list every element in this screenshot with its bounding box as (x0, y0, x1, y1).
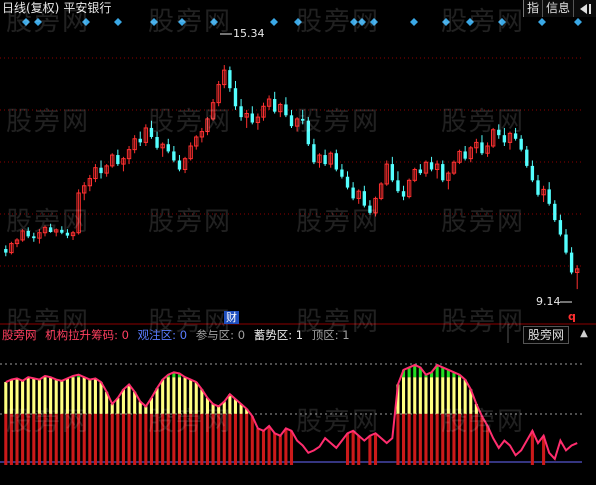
candle-body (340, 169, 344, 177)
candle-body (289, 115, 294, 127)
candle-body (233, 88, 238, 107)
info-button[interactable]: 信息 (541, 0, 573, 17)
candle-body (99, 167, 103, 174)
top-right-toolbar: 指 信息 (522, 0, 596, 17)
candle-body (530, 165, 535, 181)
event-diamond (114, 18, 122, 26)
candle-body (26, 230, 30, 237)
candle-body (547, 189, 551, 204)
candle-body (480, 142, 484, 154)
candle-body (60, 229, 64, 233)
candle-body (312, 144, 316, 163)
panel-tab[interactable]: 股旁网 (522, 326, 569, 344)
candle-body (116, 155, 120, 165)
event-diamond (82, 18, 90, 26)
candle-body (396, 180, 400, 192)
stock-chart-canvas[interactable] (0, 0, 596, 485)
event-diamond (22, 18, 30, 26)
candle-body (172, 151, 176, 161)
candle-body (345, 176, 350, 188)
event-diamond (210, 18, 218, 26)
candle-body (273, 99, 277, 112)
candle-body (177, 160, 182, 170)
high-price-label: 15.34 (233, 27, 265, 40)
event-diamond-row (22, 18, 582, 26)
event-diamond (178, 18, 186, 26)
event-diamond (358, 18, 366, 26)
candle-body (228, 70, 232, 89)
event-diamond (370, 18, 378, 26)
indicator-name[interactable]: 股旁网 (2, 328, 37, 342)
candle-body (513, 133, 518, 139)
candle-body (138, 138, 142, 143)
candle-body (519, 138, 523, 150)
candle-body (351, 187, 355, 199)
event-diamond (466, 18, 474, 26)
candle-body (301, 118, 305, 121)
candle-body (149, 127, 154, 137)
candle-body (306, 120, 310, 145)
candle-body (441, 164, 445, 181)
panel-arrow-icon[interactable]: ▲ (572, 326, 596, 344)
candle-body (463, 151, 467, 159)
candle-body (502, 135, 507, 143)
candle-body (323, 155, 327, 165)
event-diamond (150, 18, 158, 26)
candle-body (368, 205, 372, 213)
event-diamond (270, 18, 278, 26)
candle-body (239, 106, 243, 118)
indicator-item: 机构拉升筹码: 0 (45, 328, 130, 342)
candle-body (284, 104, 288, 116)
indicator-item: 顶区: 1 (311, 328, 350, 342)
chart-mode-label[interactable]: 日线(复权) (2, 1, 59, 15)
indicator-legend: 股旁网 机构拉升筹码: 0 观注区: 0 参与区: 0 蓄势区: 1 顶区: 1 (2, 328, 355, 342)
candle-body (166, 144, 170, 152)
stock-name-label[interactable]: 平安银行 (63, 1, 111, 15)
candle-body (429, 162, 434, 170)
candle-body (48, 227, 53, 233)
candle-body (362, 191, 367, 206)
chart-title: 日线(复权) 平安银行 (2, 1, 111, 15)
candle-body (497, 129, 501, 136)
event-diamond (34, 18, 42, 26)
candle-body (155, 136, 159, 148)
event-diamond (442, 18, 450, 26)
event-diamond (294, 18, 302, 26)
event-diamond (410, 18, 418, 26)
event-diamond (350, 18, 358, 26)
indicator-item: 参与区: 0 (195, 328, 246, 342)
candle-body (250, 113, 254, 123)
candle-body (569, 252, 574, 273)
indicator-histogram (4, 363, 578, 465)
indicator-item: 蓄势区: 1 (253, 328, 304, 342)
event-diamond (538, 18, 546, 26)
panel-toggle-icon[interactable] (573, 0, 596, 17)
event-diamond (574, 18, 582, 26)
q-marker[interactable]: q (568, 310, 576, 323)
index-button[interactable]: 指 (522, 0, 542, 17)
candle-body (418, 169, 423, 174)
finance-marker[interactable]: 财 (224, 311, 239, 324)
candlestick-series (4, 65, 580, 290)
candle-body (536, 180, 540, 195)
event-diamond (498, 18, 506, 26)
candle-body (553, 203, 557, 221)
price-annotations (220, 33, 572, 303)
candle-body (334, 153, 338, 170)
candle-body (401, 191, 406, 197)
candle-body (32, 236, 36, 239)
candle-body (65, 232, 70, 236)
candle-body (558, 220, 563, 235)
candle-body (525, 149, 529, 166)
low-price-label: 9.14 (536, 295, 561, 308)
indicator-item: 观注区: 0 (137, 328, 188, 342)
candle-body (564, 234, 568, 253)
candle-body (390, 164, 395, 181)
candle-body (4, 248, 8, 253)
